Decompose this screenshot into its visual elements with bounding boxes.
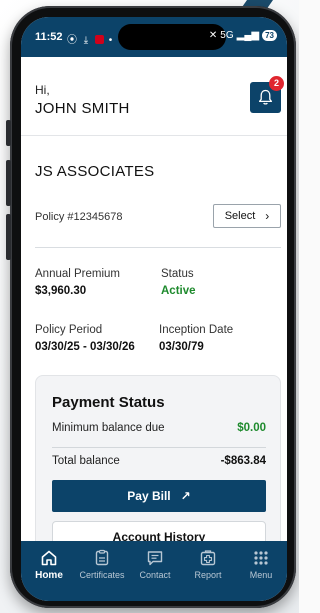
section-divider bbox=[21, 135, 287, 136]
total-balance-value: -$863.84 bbox=[220, 455, 266, 467]
status-notification-icons: ⦿ ⤓ • bbox=[67, 31, 114, 46]
status-label: Status bbox=[161, 268, 194, 280]
status-right-icons: ✕ 5G ▂▄▆ 73 bbox=[209, 30, 277, 41]
app-screen: 11:52 ⦿ ⤓ • ✕ 5G ▂▄▆ 73 Hi, JOHN SMITH 2… bbox=[21, 17, 287, 601]
grid-dots-icon bbox=[254, 551, 268, 565]
chevron-right-icon: › bbox=[265, 209, 270, 223]
status-time: 11:52 bbox=[35, 31, 63, 43]
annual-premium-label: Annual Premium bbox=[35, 268, 121, 280]
policy-number: Policy #12345678 bbox=[35, 211, 123, 223]
home-icon bbox=[41, 550, 57, 566]
inception-date-label: Inception Date bbox=[159, 324, 234, 336]
account-history-button[interactable]: Account History bbox=[52, 521, 266, 541]
status-bar: 11:52 ⦿ ⤓ • ✕ 5G ▂▄▆ 73 bbox=[21, 17, 287, 57]
tab-report[interactable]: Report bbox=[182, 547, 234, 593]
phone-side-button bbox=[6, 160, 11, 206]
greeting-hi: Hi, bbox=[35, 83, 50, 97]
payment-status-title: Payment Status bbox=[52, 394, 165, 411]
select-policy-button[interactable]: Select › bbox=[213, 204, 281, 228]
tab-home[interactable]: Home bbox=[23, 547, 75, 593]
tab-menu[interactable]: Menu bbox=[235, 547, 287, 593]
section-divider bbox=[35, 247, 281, 248]
main-content: Hi, JOHN SMITH 2 JS ASSOCIATES Policy #1… bbox=[21, 57, 287, 541]
tab-label: Menu bbox=[249, 570, 273, 580]
app-notification-icon bbox=[94, 35, 104, 44]
chat-icon bbox=[147, 551, 163, 566]
payment-row-divider bbox=[52, 447, 266, 448]
account-history-label: Account History bbox=[112, 530, 206, 541]
bottom-tab-bar: Home Certificates Contact Report Menu bbox=[21, 541, 287, 601]
battery-icon: 73 bbox=[262, 30, 277, 41]
notification-count-badge: 2 bbox=[269, 76, 284, 91]
min-balance-label: Minimum balance due bbox=[52, 422, 165, 434]
tab-label: Certificates bbox=[79, 570, 125, 580]
company-name: JS ASSOCIATES bbox=[35, 163, 155, 180]
signal-icon: ▂▄▆ bbox=[236, 30, 260, 41]
pay-bill-label: Pay Bill bbox=[127, 489, 171, 503]
status-left-icons: ⦿ ⤓ bbox=[67, 35, 91, 46]
document-icon bbox=[95, 549, 109, 566]
tab-contact[interactable]: Contact bbox=[129, 547, 181, 593]
policy-period-label: Policy Period bbox=[35, 324, 103, 336]
tab-label: Contact bbox=[139, 570, 171, 580]
phone-side-button bbox=[6, 120, 11, 146]
status-value: Active bbox=[161, 285, 196, 297]
tab-label: Home bbox=[35, 570, 63, 581]
policy-period-value: 03/30/25 - 03/30/26 bbox=[35, 341, 135, 353]
notifications-button[interactable]: 2 bbox=[250, 76, 284, 113]
medical-plus-icon bbox=[200, 550, 216, 566]
dot-icon: • bbox=[108, 35, 115, 46]
total-balance-label: Total balance bbox=[52, 455, 120, 467]
annual-premium-value: $3,960.30 bbox=[35, 285, 87, 297]
min-balance-value: $0.00 bbox=[237, 422, 266, 434]
network-label: 5G bbox=[220, 30, 234, 41]
user-name: JOHN SMITH bbox=[35, 100, 130, 117]
mute-icon: ✕ bbox=[208, 30, 218, 41]
inception-date-value: 03/30/79 bbox=[159, 341, 204, 353]
pay-bill-button[interactable]: Pay Bill ↗ bbox=[52, 480, 266, 512]
bell-icon bbox=[258, 89, 273, 105]
background: 11:52 ⦿ ⤓ • ✕ 5G ▂▄▆ 73 Hi, JOHN SMITH 2… bbox=[0, 0, 299, 613]
external-arrow-icon: ↗ bbox=[180, 489, 191, 503]
payment-status-card: Payment Status Minimum balance due $0.00… bbox=[35, 375, 281, 541]
select-label: Select bbox=[224, 210, 256, 222]
tab-label: Report bbox=[194, 570, 222, 580]
tab-certificates[interactable]: Certificates bbox=[76, 547, 128, 593]
phone-side-button bbox=[6, 214, 11, 260]
